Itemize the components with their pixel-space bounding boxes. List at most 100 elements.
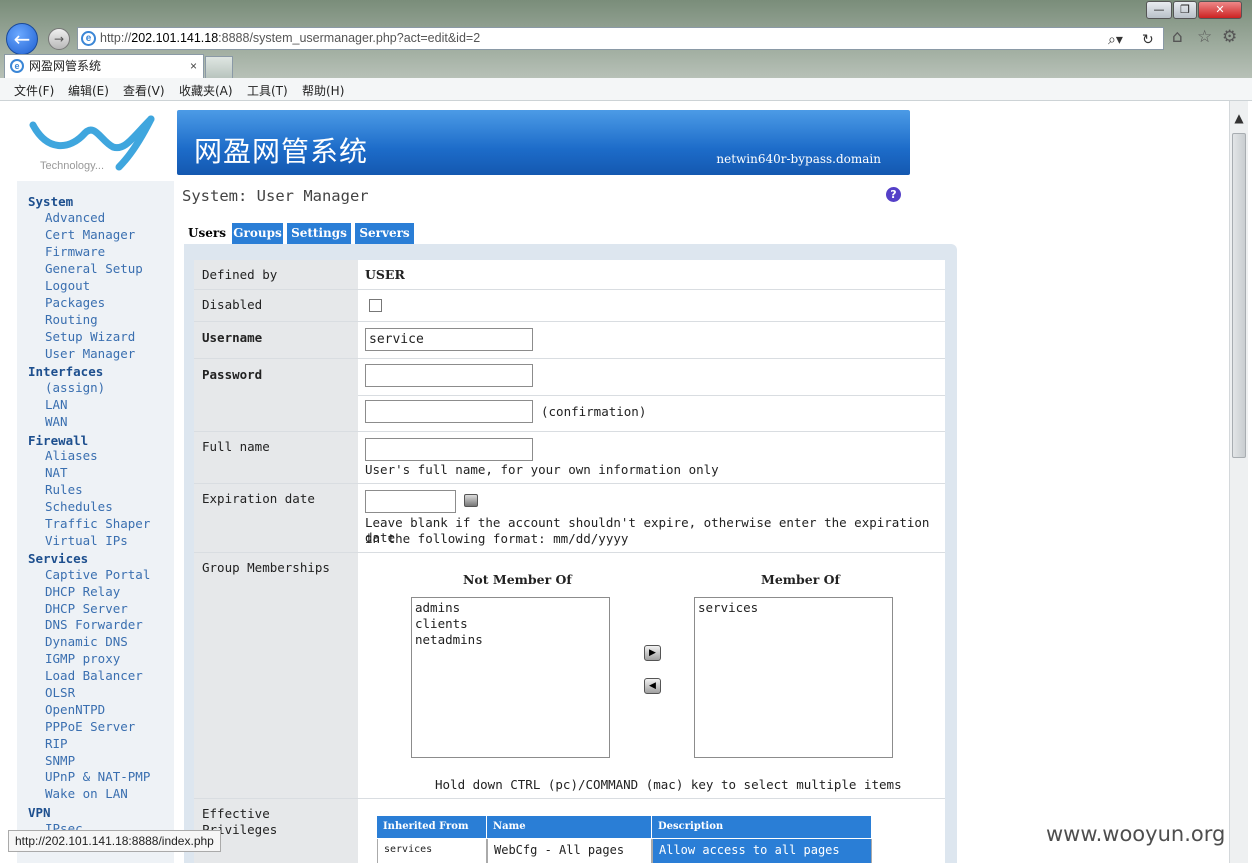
user-form: Defined by USER Disabled Username servic… [194,260,945,863]
sidebar-item-aliases[interactable]: Aliases [45,448,98,463]
sidebar-item-openntpd[interactable]: OpenNTPD [45,702,105,717]
logo: Technology... [29,111,159,173]
header-banner: 网盈网管系统 netwin640r-bypass.domain [177,110,910,175]
table-cell: WebCfg - All pages [487,839,652,863]
listbox-item[interactable]: admins [415,600,606,616]
fullname-input[interactable] [365,438,533,461]
sidebar-item-nat[interactable]: NAT [45,465,68,480]
not-member-listbox[interactable]: admins clients netadmins [411,597,610,758]
username-input[interactable]: service [365,328,533,351]
settings-gear-icon[interactable]: ⚙ [1222,27,1237,47]
help-icon[interactable]: ? [886,187,901,202]
sidebar-item-wan[interactable]: WAN [45,414,68,429]
sidebar-item-routing[interactable]: Routing [45,312,98,327]
row-password: Password (confirmation) [194,359,945,432]
sidebar-item-packages[interactable]: Packages [45,295,105,310]
sidebar-section-system[interactable]: System [28,194,73,209]
sidebar-item-setup-wizard[interactable]: Setup Wizard [45,329,135,344]
home-icon[interactable]: ⌂ [1172,27,1183,47]
sidebar-item-rip[interactable]: RIP [45,736,68,751]
close-window-button[interactable]: ✕ [1198,1,1242,19]
tab-settings[interactable]: Settings [287,223,351,244]
tab-close-icon[interactable]: × [190,55,197,77]
listbox-item[interactable]: services [698,600,889,616]
listbox-item[interactable]: clients [415,616,606,632]
sidebar-item-olsr[interactable]: OLSR [45,685,75,700]
sidebar-item-rules[interactable]: Rules [45,482,83,497]
sidebar-item-schedules[interactable]: Schedules [45,499,113,514]
sidebar-section-firewall[interactable]: Firewall [28,433,88,448]
sidebar-item-lan[interactable]: LAN [45,397,68,412]
username-label: Username [194,322,358,358]
sidebar-section-services[interactable]: Services [28,551,88,566]
page-content: Technology... 网盈网管系统 netwin640r-bypass.d… [4,101,1229,863]
sidebar-item-captive-portal[interactable]: Captive Portal [45,567,150,582]
search-dropdown-icon[interactable]: ⌕▾ [1108,30,1123,51]
scroll-up-arrow-icon[interactable]: ▲ [1230,111,1248,127]
menu-tools[interactable]: 工具(T) [247,82,288,99]
menu-help[interactable]: 帮助(H) [302,82,344,99]
expiration-input[interactable] [365,490,456,513]
sidebar-item-dhcp-server[interactable]: DHCP Server [45,601,128,616]
refresh-icon[interactable]: ↻ [1142,30,1154,51]
tab-servers[interactable]: Servers [355,223,414,244]
sidebar-item-snmp[interactable]: SNMP [45,753,75,768]
maximize-button[interactable]: ❐ [1173,1,1197,19]
sidebar-section-interfaces[interactable]: Interfaces [28,364,103,379]
address-bar[interactable]: e http://202.101.141.18:8888/system_user… [77,27,1164,50]
member-listbox[interactable]: services [694,597,893,758]
sidebar-item-dns-forwarder[interactable]: DNS Forwarder [45,617,143,632]
sidebar-item-traffic-shaper[interactable]: Traffic Shaper [45,516,150,531]
password-confirm-input[interactable] [365,400,533,423]
sidebar-item-wake-on-lan[interactable]: Wake on LAN [45,786,128,801]
tab-groups[interactable]: Groups [232,223,283,244]
hostname: netwin640r-bypass.domain [716,152,881,166]
sidebar-item-cert-manager[interactable]: Cert Manager [45,227,135,242]
sidebar-item-pppoe-server[interactable]: PPPoE Server [45,719,135,734]
sidebar-item-dynamic-dns[interactable]: Dynamic DNS [45,634,128,649]
table-cell: services [377,839,487,863]
address-prefix: http:// [100,31,132,45]
move-right-button[interactable]: ▶ [644,645,661,661]
minimize-button[interactable]: — [1146,1,1172,19]
sidebar-section-vpn[interactable]: VPN [28,805,51,820]
table-cell: Allow access to all pages [652,839,872,863]
calendar-icon[interactable] [464,494,478,507]
menu-favorites[interactable]: 收藏夹(A) [179,82,233,99]
browser-tab[interactable]: e 网盈网管系统 × [4,54,204,78]
favorites-star-icon[interactable]: ☆ [1197,27,1212,47]
address-host: 202.101.141.18 [131,31,219,45]
table-header: Description [652,816,872,838]
sidebar-item-dhcp-relay[interactable]: DHCP Relay [45,584,120,599]
sidebar-item-user-manager[interactable]: User Manager [45,346,135,361]
sidebar-item-advanced[interactable]: Advanced [45,210,105,225]
row-defined-by: Defined by USER [194,260,945,290]
listbox-item[interactable]: netadmins [415,632,606,648]
sidebar-item-general-setup[interactable]: General Setup [45,261,143,276]
menu-file[interactable]: 文件(F) [14,82,54,99]
menu-view[interactable]: 查看(V) [123,82,165,99]
ie-page-icon: e [81,31,96,46]
vertical-scrollbar[interactable]: ▲ [1229,101,1248,863]
sidebar-item-igmp-proxy[interactable]: IGMP proxy [45,651,120,666]
scrollbar-thumb[interactable] [1232,133,1246,458]
password-input[interactable] [365,364,533,387]
menu-edit[interactable]: 编辑(E) [68,82,109,99]
row-username: Username service [194,322,945,359]
move-left-button[interactable]: ◀ [644,678,661,694]
sidebar-item-load-balancer[interactable]: Load Balancer [45,668,143,683]
expiration-note-2: in the following format: mm/dd/yyyy [365,531,629,546]
back-button[interactable]: ← [6,23,38,55]
disabled-checkbox[interactable] [369,299,382,312]
new-tab-button[interactable] [205,56,233,78]
fullname-note: User's full name, for your own informati… [365,462,719,477]
sidebar-item-virtual-ips[interactable]: Virtual IPs [45,533,128,548]
forward-button[interactable]: → [48,28,70,50]
sidebar-item-assign[interactable]: (assign) [45,380,105,395]
sidebar-item-logout[interactable]: Logout [45,278,90,293]
logo-text: Technology... [40,160,105,172]
sidebar-item-firmware[interactable]: Firmware [45,244,105,259]
sidebar-item-upnp-nat-pmp[interactable]: UPnP & NAT-PMP [45,769,150,784]
tab-users[interactable]: Users [186,223,228,244]
defined-by-value: USER [365,267,405,282]
